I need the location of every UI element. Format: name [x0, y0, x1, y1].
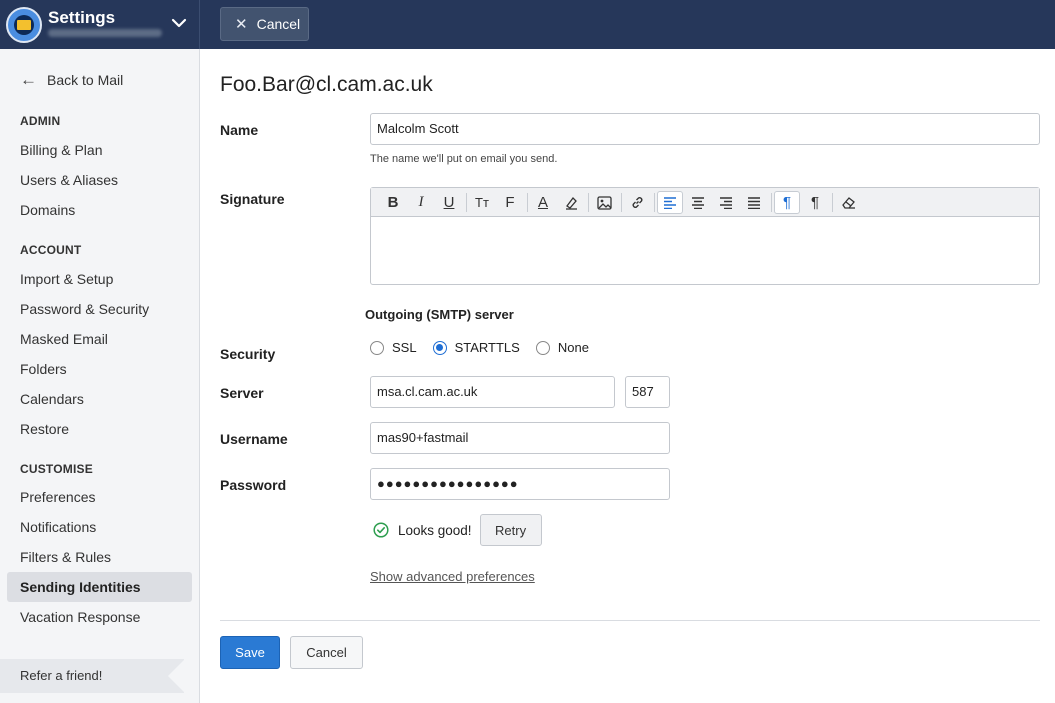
connection-status: Looks good! Retry: [373, 514, 542, 546]
name-input[interactable]: Malcolm Scott: [370, 113, 1040, 145]
sidebar-item-vacation-response[interactable]: Vacation Response: [7, 602, 192, 632]
toolbar-separator: [771, 193, 772, 212]
sidebar-item-billing[interactable]: Billing & Plan: [7, 135, 192, 165]
header-cancel-label: Cancel: [256, 16, 301, 32]
security-ssl-radio[interactable]: [370, 340, 384, 355]
cancel-button[interactable]: Cancel: [290, 636, 363, 669]
fastmail-logo: [6, 7, 42, 43]
font-size-icon[interactable]: Tт: [469, 191, 495, 214]
identity-form: Foo.Bar@cl.cam.ac.uk Name Malcolm Scott …: [200, 49, 1055, 703]
username-label: Username: [220, 431, 288, 447]
toolbar-separator: [832, 193, 833, 212]
name-hint: The name we'll put on email you send.: [370, 153, 558, 165]
signature-input[interactable]: [371, 217, 1039, 284]
sidebar-item-masked-email[interactable]: Masked Email: [7, 324, 192, 354]
envelope-icon: [17, 20, 31, 30]
chevron-down-icon[interactable]: [170, 14, 188, 32]
toolbar-separator: [621, 193, 622, 212]
security-starttls-label: STARTTLS: [454, 340, 520, 355]
text-direction-rtl-icon[interactable]: ¶: [802, 191, 828, 214]
security-none-label: None: [557, 340, 589, 355]
security-ssl-label: SSL: [392, 340, 417, 355]
align-left-icon[interactable]: [657, 191, 683, 214]
eraser-icon[interactable]: [835, 191, 861, 214]
security-none-radio[interactable]: [535, 340, 550, 355]
server-label: Server: [220, 385, 264, 401]
app-title: Settings: [48, 8, 116, 27]
signature-toolbar: B I U Tт F A ¶ ¶: [371, 188, 1039, 217]
text-direction-ltr-icon[interactable]: ¶: [774, 191, 800, 214]
arrow-left-icon: ←: [20, 70, 37, 89]
sidebar-item-preferences[interactable]: Preferences: [7, 482, 192, 512]
security-radio-group: SSL STARTTLS None: [370, 340, 605, 355]
link-icon[interactable]: [624, 191, 650, 214]
refer-a-friend-button[interactable]: Refer a friend!: [0, 659, 184, 693]
highlight-icon[interactable]: [558, 191, 584, 214]
text-color-icon[interactable]: A: [530, 191, 556, 214]
font-family-icon[interactable]: F: [497, 191, 523, 214]
sidebar-item-sending-identities[interactable]: Sending Identities: [7, 572, 192, 602]
toolbar-separator: [588, 193, 589, 212]
image-icon[interactable]: [591, 191, 617, 214]
name-label: Name: [220, 122, 259, 138]
sidebar-item-import-setup[interactable]: Import & Setup: [7, 264, 192, 294]
header-cancel-button[interactable]: ✕ Cancel: [220, 7, 309, 41]
toolbar-separator: [527, 193, 528, 212]
bold-icon[interactable]: B: [380, 191, 406, 214]
topbar-divider: [199, 0, 200, 49]
username-input[interactable]: mas90+fastmail: [370, 422, 670, 454]
sidebar-item-domains[interactable]: Domains: [7, 195, 192, 225]
align-right-icon[interactable]: [713, 191, 739, 214]
port-input[interactable]: 587: [625, 376, 670, 408]
sidebar-item-folders[interactable]: Folders: [7, 354, 192, 384]
close-icon: ✕: [235, 15, 248, 33]
underline-icon[interactable]: U: [436, 191, 462, 214]
form-divider: [220, 620, 1040, 621]
retry-button[interactable]: Retry: [479, 514, 542, 546]
status-text: Looks good!: [398, 522, 472, 538]
sidebar-item-calendars[interactable]: Calendars: [7, 384, 192, 414]
password-input[interactable]: ●●●●●●●●●●●●●●●●: [370, 468, 670, 500]
top-bar: Settings ✕ Cancel: [0, 0, 1055, 49]
settings-sidebar: ← Back to Mail ADMIN Billing & Plan User…: [0, 49, 200, 703]
server-input[interactable]: msa.cl.cam.ac.uk: [370, 376, 615, 408]
account-name-redacted[interactable]: [48, 29, 162, 37]
show-advanced-preferences-link[interactable]: Show advanced preferences: [370, 569, 535, 584]
section-account: ACCOUNT: [20, 243, 82, 257]
save-button[interactable]: Save: [220, 636, 280, 669]
section-customise: CUSTOMISE: [20, 462, 93, 476]
align-center-icon[interactable]: [685, 191, 711, 214]
password-label: Password: [220, 477, 287, 493]
sidebar-item-notifications[interactable]: Notifications: [7, 512, 192, 542]
signature-editor: B I U Tт F A ¶ ¶: [370, 187, 1040, 285]
check-circle-icon: [373, 522, 389, 538]
security-label: Security: [220, 346, 276, 362]
sidebar-item-password-security[interactable]: Password & Security: [7, 294, 192, 324]
smtp-heading: Outgoing (SMTP) server: [365, 307, 514, 322]
toolbar-separator: [654, 193, 655, 212]
section-admin: ADMIN: [20, 114, 61, 128]
sidebar-item-users-aliases[interactable]: Users & Aliases: [7, 165, 192, 195]
back-to-mail-link[interactable]: ← Back to Mail: [20, 71, 123, 88]
align-justify-icon[interactable]: [741, 191, 767, 214]
italic-icon[interactable]: I: [408, 191, 434, 214]
toolbar-separator: [466, 193, 467, 212]
back-to-mail-label: Back to Mail: [47, 71, 124, 88]
refer-notch: [168, 659, 185, 693]
sidebar-item-restore[interactable]: Restore: [7, 414, 192, 444]
page-title: Foo.Bar@cl.cam.ac.uk: [220, 73, 433, 96]
security-starttls-radio[interactable]: [432, 340, 447, 355]
signature-label: Signature: [220, 191, 285, 207]
sidebar-item-filters-rules[interactable]: Filters & Rules: [7, 542, 192, 572]
